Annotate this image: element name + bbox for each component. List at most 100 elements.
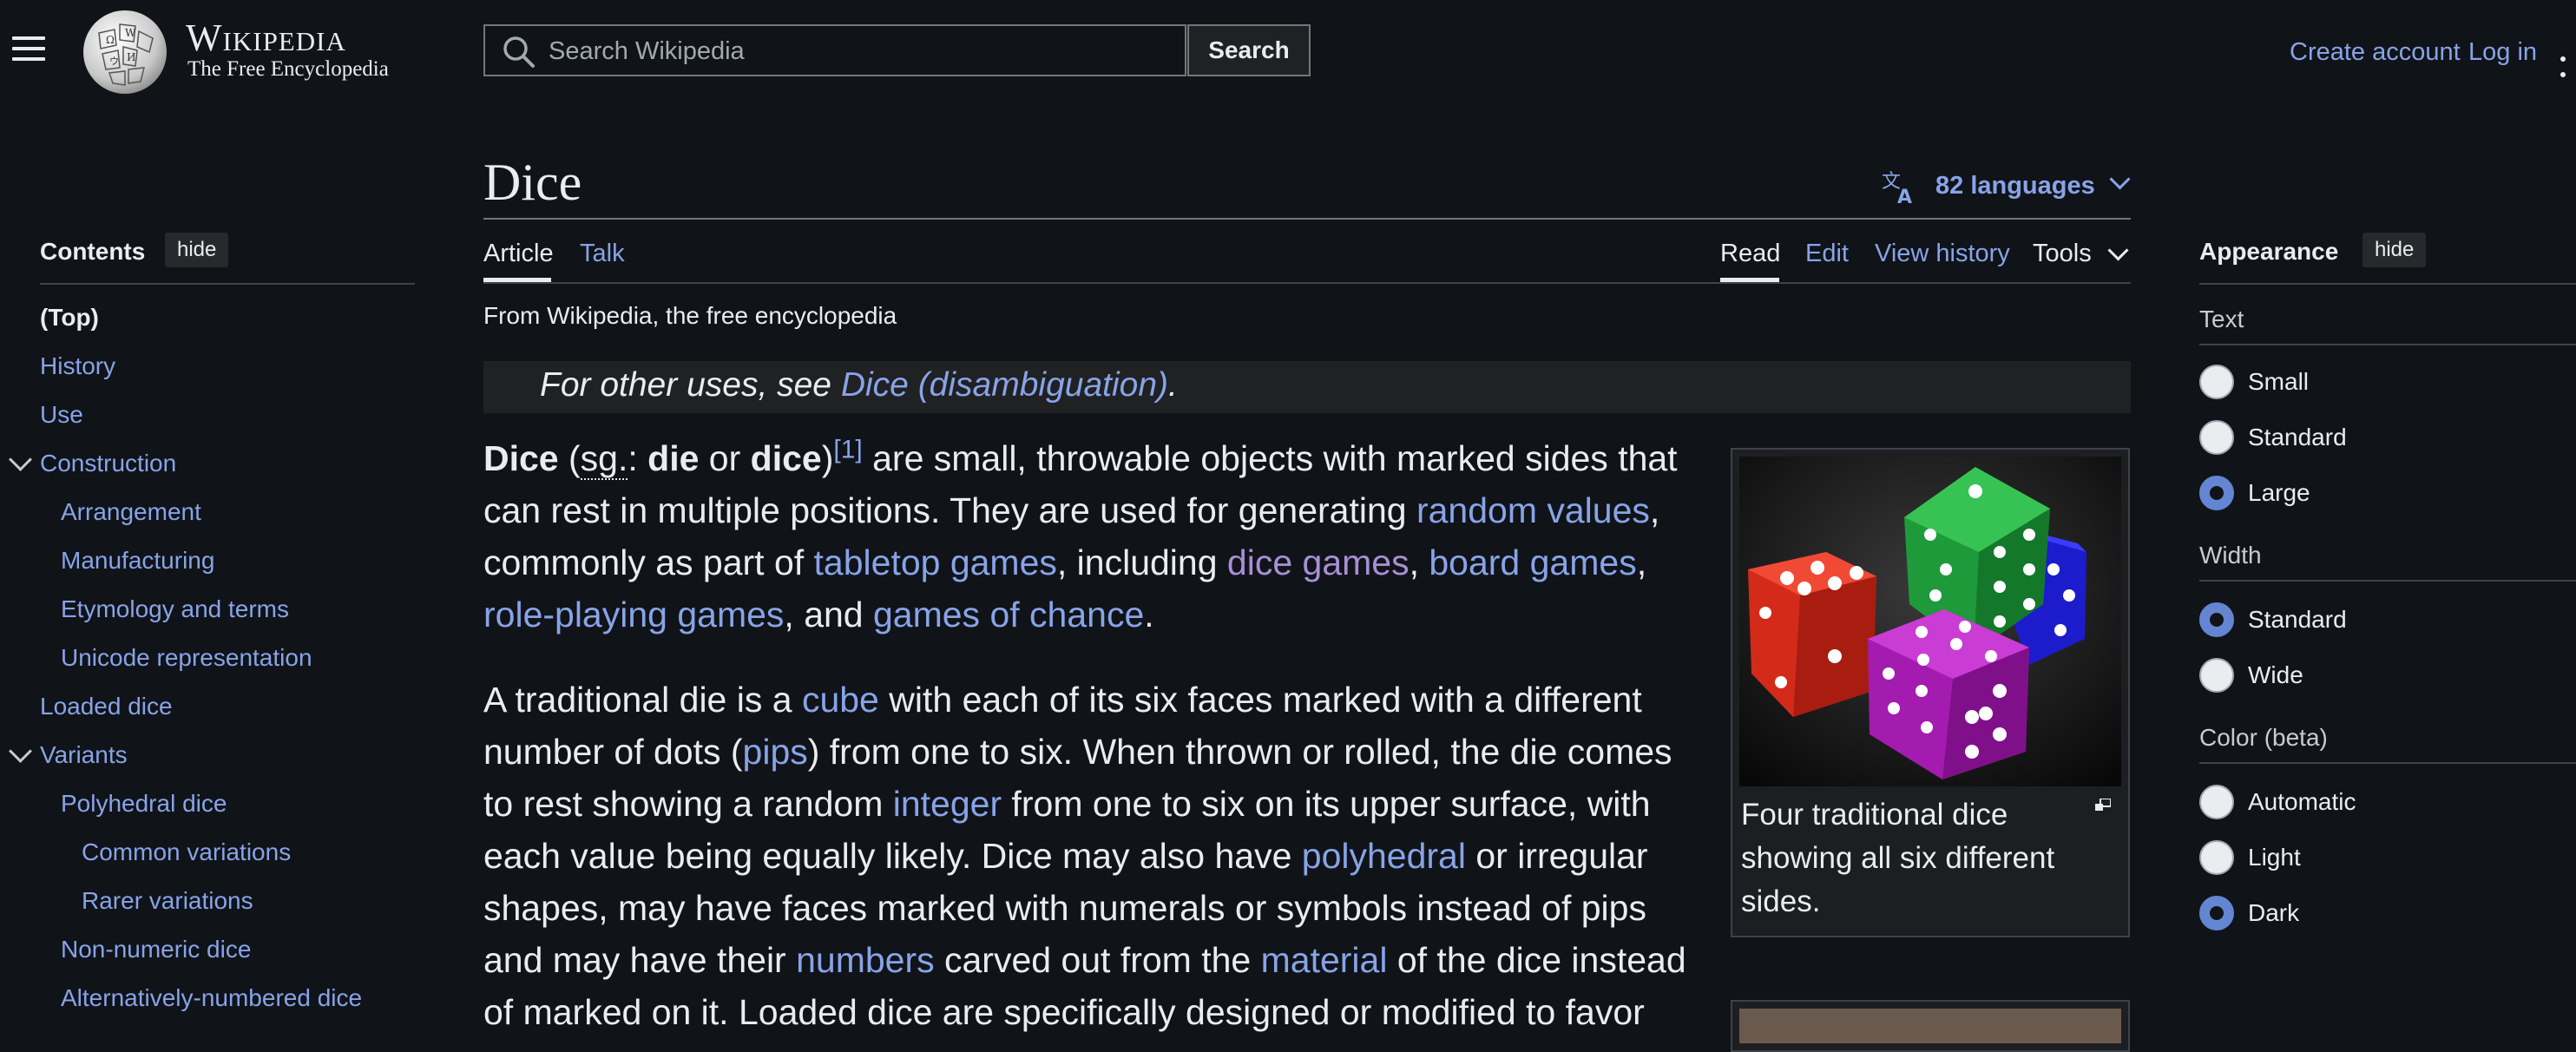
hatnote-prefix: For other uses, see <box>540 366 841 404</box>
color-automatic-radio[interactable] <box>2199 785 2234 819</box>
section-divider <box>2199 580 2576 582</box>
toc-item-construction[interactable]: Construction <box>40 450 176 477</box>
toc-item-non-numeric[interactable]: Non-numeric dice <box>61 936 251 963</box>
article-link[interactable]: role-playing games <box>483 595 784 634</box>
more-options-icon[interactable] <box>2560 50 2576 82</box>
abbreviation[interactable]: sg. <box>580 438 628 480</box>
toc-item-rarer-variations[interactable]: Rarer variations <box>82 887 253 915</box>
text-size-small-radio[interactable] <box>2199 365 2234 399</box>
text: . <box>1144 595 1154 634</box>
text-line: A traditional die is a cube with each of… <box>483 674 1672 726</box>
wikipedia-tagline: The Free Encyclopedia <box>187 57 389 81</box>
language-button[interactable]: 82 languages <box>1935 172 2095 201</box>
width-standard-label[interactable]: Standard <box>2248 606 2347 634</box>
language-icon[interactable]: 文 A <box>1882 168 1918 205</box>
toc-item-top[interactable]: (Top) <box>40 304 99 332</box>
text: or <box>699 438 751 478</box>
article-link[interactable]: tabletop games <box>814 542 1057 582</box>
tab-talk[interactable]: Talk <box>580 240 625 268</box>
main-menu-icon[interactable] <box>12 36 45 64</box>
chevron-down-icon[interactable] <box>2107 240 2129 261</box>
second-image[interactable] <box>1739 1009 2121 1043</box>
color-heading: Color (beta) <box>2199 724 2328 751</box>
search-icon <box>503 36 535 68</box>
text-line: to rest showing a random integer from on… <box>483 778 1672 830</box>
width-wide-radio[interactable] <box>2199 658 2234 693</box>
text-size-small-label[interactable]: Small <box>2248 368 2309 396</box>
text-line: can rest in multiple positions. They are… <box>483 484 1672 536</box>
article-link[interactable]: cube <box>802 680 879 720</box>
reference-link[interactable]: [1] <box>833 435 862 464</box>
article-link[interactable]: material <box>1261 940 1388 980</box>
color-dark-radio[interactable] <box>2199 896 2234 930</box>
search-input[interactable] <box>547 24 1175 78</box>
article-link[interactable]: numbers <box>796 940 935 980</box>
chevron-down-icon[interactable] <box>9 740 32 763</box>
toc-item-loaded-dice[interactable]: Loaded dice <box>40 693 173 720</box>
tab-edit[interactable]: Edit <box>1805 240 1849 268</box>
site-sub-tagline: From Wikipedia, the free encyclopedia <box>483 302 897 329</box>
article-link[interactable]: integer <box>893 784 1002 824</box>
article-link[interactable]: board games <box>1429 542 1636 582</box>
width-standard-radio[interactable] <box>2199 602 2234 637</box>
bold-term: Dice <box>483 438 559 478</box>
text-size-standard-label[interactable]: Standard <box>2248 424 2347 451</box>
toc-item-common-variations[interactable]: Common variations <box>82 838 291 866</box>
text-line: of marked on it. Loaded dice are specifi… <box>483 986 1672 1038</box>
create-account-link[interactable]: Create account <box>2290 38 2461 67</box>
toc-item-history[interactable]: History <box>40 352 115 380</box>
text-size-large-radio[interactable] <box>2199 476 2234 510</box>
toc-item-arrangement[interactable]: Arrangement <box>61 498 201 526</box>
article-link[interactable]: polyhedral <box>1302 836 1466 876</box>
tab-read[interactable]: Read <box>1720 240 1780 268</box>
lead-paragraph: Dice (sg.: die or dice)[1] are small, th… <box>483 432 1678 641</box>
toc-item-variants[interactable]: Variants <box>40 741 128 769</box>
toc-item-etymology[interactable]: Etymology and terms <box>61 595 289 623</box>
text: : <box>628 438 648 478</box>
appearance-title: Appearance <box>2199 238 2339 265</box>
dice-photo[interactable] <box>1739 457 2121 786</box>
text-size-standard-radio[interactable] <box>2199 420 2234 455</box>
color-automatic-label[interactable]: Automatic <box>2248 788 2356 816</box>
tab-view-history[interactable]: View history <box>1875 240 2010 268</box>
page-title: Dice <box>483 154 582 211</box>
title-divider <box>483 218 2131 220</box>
chevron-down-icon[interactable] <box>9 448 32 471</box>
text: of marked on it. Loaded dice are specifi… <box>483 992 1645 1032</box>
text-line: Dice (sg.: die or dice)[1] are small, th… <box>483 432 1678 484</box>
color-dark-label[interactable]: Dark <box>2248 899 2299 927</box>
text: carved out from the <box>934 940 1261 980</box>
toc-item-polyhedral[interactable]: Polyhedral dice <box>61 790 227 818</box>
article-link[interactable]: games of chance <box>873 595 1144 634</box>
disambiguation-link[interactable]: Dice (disambiguation) <box>841 366 1168 404</box>
color-light-label[interactable]: Light <box>2248 844 2301 871</box>
color-light-radio[interactable] <box>2199 840 2234 875</box>
text-line: shapes, may have faces marked with numer… <box>483 882 1672 934</box>
article-link[interactable]: random values <box>1416 490 1650 530</box>
toc-item-use[interactable]: Use <box>40 401 83 429</box>
width-wide-label[interactable]: Wide <box>2248 661 2303 689</box>
text: and may have their <box>483 940 797 980</box>
wikipedia-globe-logo[interactable]: Ω W И ウ <box>80 7 170 97</box>
text: of the dice instead <box>1387 940 1686 980</box>
image-caption: Four traditional dice showing all six di… <box>1741 798 2055 918</box>
toc-hide-button[interactable]: hide <box>165 233 229 267</box>
text-size-large-label[interactable]: Large <box>2248 479 2310 507</box>
tab-article[interactable]: Article <box>483 240 554 268</box>
search-button[interactable]: Search <box>1187 24 1311 76</box>
log-in-link[interactable]: Log in <box>2468 38 2537 67</box>
toc-item-alternatively-numbered[interactable]: Alternatively-numbered dice <box>61 984 362 1012</box>
article-link[interactable]: dice games <box>1227 542 1410 582</box>
text: can rest in multiple positions. They are… <box>483 490 1416 530</box>
text-line: and may have their numbers carved out fr… <box>483 934 1686 986</box>
article-link[interactable]: pips <box>743 732 808 772</box>
chevron-down-icon[interactable] <box>2109 168 2131 190</box>
appearance-hide-button[interactable]: hide <box>2362 233 2427 267</box>
toc-item-unicode[interactable]: Unicode representation <box>61 644 312 672</box>
tab-tools[interactable]: Tools <box>2033 240 2092 268</box>
appearance-divider <box>2199 283 2576 285</box>
hatnote-text: For other uses, see Dice (disambiguation… <box>540 366 1178 404</box>
wikipedia-wordmark[interactable]: Wikipedia <box>186 16 346 60</box>
toc-item-manufacturing[interactable]: Manufacturing <box>61 547 214 575</box>
svg-text:W: W <box>125 27 136 39</box>
